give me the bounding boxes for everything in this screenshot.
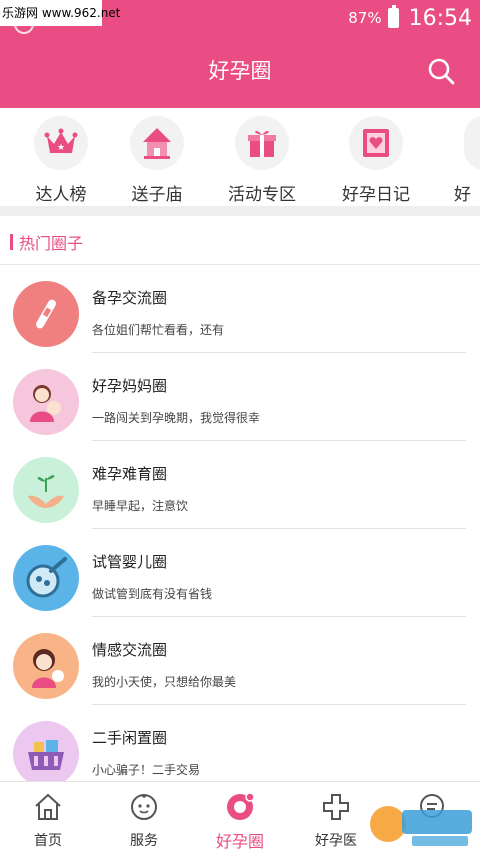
watermark: 乐游网 www.962.net [0,0,120,26]
circle-list: 备孕交流圈 各位姐们帮忙看看，还有 好孕妈妈圈 一路闯关到孕晚期，我觉得很幸 难… [0,265,480,793]
pregnancy-test-icon [13,281,79,347]
search-icon[interactable] [427,57,455,85]
circle-desc: 小心骗子！二手交易 [92,763,201,777]
status-bar: 87% 16:54 [348,4,472,32]
list-item[interactable]: 难孕难育圈 早睡早起，注意饮 [0,441,480,529]
section-accent-bar [10,234,13,250]
header-bar: 乐游网 www.962.net 87% 16:54 好孕圈 [0,0,480,108]
circle-desc: 早睡早起，注意饮 [92,499,189,513]
basket-icon [13,721,79,787]
category-activity[interactable]: 活动专区 [212,116,312,205]
mother-baby-icon [13,369,79,435]
list-item[interactable]: 二手闲置圈 小心骗子！二手交易 [0,705,480,793]
list-item[interactable]: 情感交流圈 我的小天使，只想给你最美 [0,617,480,705]
home-icon [35,793,61,820]
category-row: ★ 达人榜 送子庙 活动专区 好孕日记 好 [0,108,480,206]
petri-dish-icon [13,545,79,611]
baby-face-icon [131,794,157,820]
circle-name: 试管婴儿圈 [92,553,168,571]
section-title: 热门圈子 [19,234,84,253]
diary-icon [363,129,389,157]
watermark-logo-icon [370,806,472,846]
tab-home[interactable]: 首页 [0,790,96,850]
battery-icon [387,5,399,28]
circle-name: 难孕难育圈 [92,465,168,483]
list-item[interactable]: 试管婴儿圈 做试管到底有没有省钱 [0,529,480,617]
circle-desc: 各位姐们帮忙看看，还有 [92,323,225,337]
girl-icon [13,633,79,699]
circle-desc: 做试管到底有没有省钱 [92,587,213,601]
crown-icon: ★ [44,128,78,153]
svg-text:★: ★ [57,143,65,153]
tab-service[interactable]: 服务 [96,790,192,850]
category-label: 活动专区 [228,185,296,205]
tab-circle[interactable]: 好孕圈 [192,790,288,852]
tab-label: 首页 [34,833,62,849]
circle-name: 好孕妈妈圈 [92,377,168,395]
category-temple[interactable]: 送子庙 [107,116,207,205]
category-more[interactable]: 好 [440,116,480,205]
category-label: 达人榜 [35,185,87,205]
category-label: 好 [454,185,471,205]
circle-name: 情感交流圈 [92,641,168,659]
circle-desc: 一路闯关到孕晚期，我觉得很幸 [92,411,261,425]
battery-percent: 87% [348,9,382,27]
circle-desc: 我的小天使，只想给你最美 [92,675,237,689]
tab-label: 好孕圈 [215,832,264,851]
section-header: 热门圈子 [10,232,84,253]
list-item[interactable]: 好孕妈妈圈 一路闯关到孕晚期，我觉得很幸 [0,353,480,441]
status-time: 16:54 [408,5,472,31]
category-leaderboard[interactable]: ★ 达人榜 [11,116,111,205]
category-label: 好孕日记 [342,185,410,205]
category-label: 送子庙 [131,185,183,205]
tab-label: 服务 [130,833,158,849]
list-item[interactable]: 备孕交流圈 各位姐们帮忙看看，还有 [0,265,480,353]
category-diary[interactable]: 好孕日记 [326,116,426,205]
circle-logo-icon [227,792,255,820]
medical-cross-icon [323,794,349,820]
circle-name: 二手闲置圈 [92,729,168,747]
gift-icon [248,130,276,157]
circle-name: 备孕交流圈 [92,289,168,307]
sprout-hands-icon [13,457,79,523]
page-title: 好孕圈 [208,59,272,83]
temple-icon [143,128,171,159]
section-divider [0,206,480,216]
